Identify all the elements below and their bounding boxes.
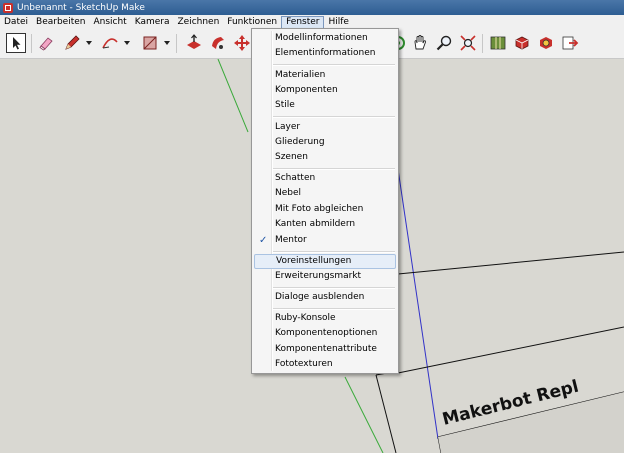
extension-warehouse-icon[interactable]: [536, 33, 556, 53]
arc-tool-icon[interactable]: [100, 33, 120, 53]
send-to-layout-icon[interactable]: [560, 33, 580, 53]
push-pull-tool-icon[interactable]: [184, 33, 204, 53]
model-edge: [375, 374, 397, 453]
menu-bearbeiten[interactable]: Bearbeiten: [32, 16, 89, 29]
arc-dropdown-icon[interactable]: [124, 41, 130, 45]
menu-kamera[interactable]: Kamera: [131, 16, 174, 29]
title-bar: Unbenannt - SketchUp Make: [0, 0, 624, 15]
blue-axis: [397, 168, 439, 440]
menu-item-fototexturen[interactable]: Fototexturen: [254, 357, 396, 372]
menu-fenster[interactable]: Fenster: [281, 15, 325, 29]
eraser-tool-icon[interactable]: [36, 33, 56, 53]
menu-item-voreinstellungen[interactable]: Voreinstellungen: [254, 254, 396, 269]
menu-item-elementinformationen[interactable]: Elementinformationen: [254, 46, 396, 61]
pencil-tool-icon[interactable]: [62, 33, 82, 53]
green-axis: [217, 59, 249, 133]
zoom-tool-icon[interactable]: [434, 33, 454, 53]
select-tool-icon[interactable]: [6, 33, 26, 53]
model-edge: [397, 251, 624, 275]
menu-datei[interactable]: Datei: [0, 16, 32, 29]
menu-funktionen[interactable]: Funktionen: [223, 16, 281, 29]
rectangle-tool-icon[interactable]: [140, 33, 160, 53]
menu-item-materialien[interactable]: Materialien: [254, 68, 396, 83]
menu-item-komponentenattribute[interactable]: Komponentenattribute: [254, 342, 396, 357]
follow-me-tool-icon[interactable]: [208, 33, 228, 53]
menu-item-komponentenoptionen[interactable]: Komponentenoptionen: [254, 326, 396, 341]
menu-item-erweiterungsmarkt[interactable]: Erweiterungsmarkt: [254, 269, 396, 284]
menu-item-mentor-label: Mentor: [275, 235, 307, 245]
menu-zeichnen[interactable]: Zeichnen: [173, 16, 223, 29]
menu-item-nebel[interactable]: Nebel: [254, 186, 396, 201]
menu-item-modellinformationen[interactable]: Modellinformationen: [254, 31, 396, 46]
move-tool-icon[interactable]: [232, 33, 252, 53]
model-edge: [397, 326, 624, 374]
checkmark-icon: ✓: [259, 235, 268, 246]
menu-item-mentor[interactable]: ✓ Mentor: [254, 233, 396, 248]
menu-item-szenen[interactable]: Szenen: [254, 150, 396, 165]
menu-item-layer[interactable]: Layer: [254, 120, 396, 135]
pan-tool-icon[interactable]: [410, 33, 430, 53]
add-location-icon[interactable]: [488, 33, 508, 53]
green-axis-lower: [344, 376, 384, 453]
menu-ansicht[interactable]: Ansicht: [89, 16, 130, 29]
window-title: Unbenannt - SketchUp Make: [17, 2, 145, 13]
sketchup-app-icon: [3, 2, 13, 13]
fenster-dropdown-menu: Modellinformationen Elementinformationen…: [251, 28, 399, 374]
menu-item-komponenten[interactable]: Komponenten: [254, 83, 396, 98]
menu-item-stile[interactable]: Stile: [254, 98, 396, 113]
rectangle-dropdown-icon[interactable]: [164, 41, 170, 45]
menu-item-ruby-konsole[interactable]: Ruby-Konsole: [254, 311, 396, 326]
menu-hilfe[interactable]: Hilfe: [324, 16, 352, 29]
menu-item-schatten[interactable]: Schatten: [254, 171, 396, 186]
menu-item-mit-foto-abgleichen[interactable]: Mit Foto abgleichen: [254, 202, 396, 217]
pencil-dropdown-icon[interactable]: [86, 41, 92, 45]
menu-item-gliederung[interactable]: Gliederung: [254, 135, 396, 150]
menu-item-dialoge-ausblenden[interactable]: Dialoge ausblenden: [254, 290, 396, 305]
zoom-extents-tool-icon[interactable]: [458, 33, 478, 53]
components-icon[interactable]: [512, 33, 532, 53]
menu-item-kanten-abmildern[interactable]: Kanten abmildern: [254, 217, 396, 232]
